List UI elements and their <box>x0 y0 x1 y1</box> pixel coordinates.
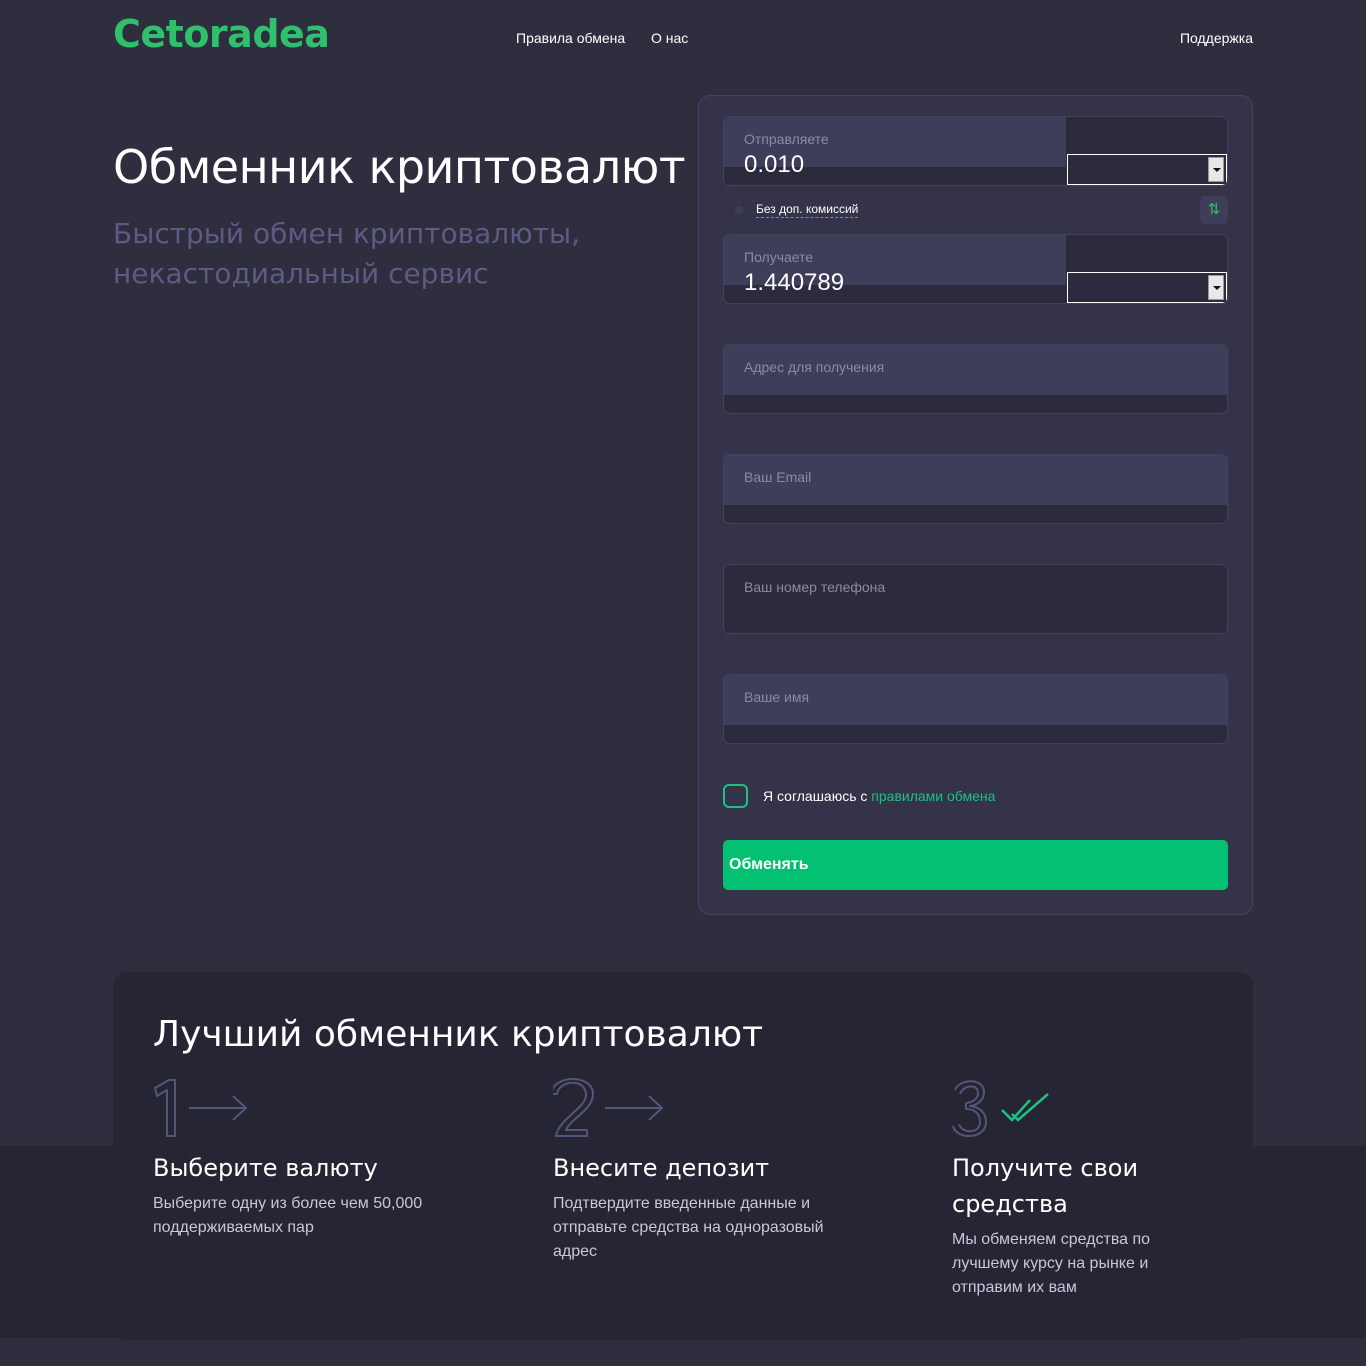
phone-field[interactable]: Ваш номер телефона <box>723 564 1228 634</box>
nav-link-support[interactable]: Поддержка <box>1180 30 1253 46</box>
name-placeholder: Ваше имя <box>744 689 810 705</box>
exchange-button[interactable]: Обменять <box>723 840 1228 890</box>
email-placeholder: Ваш Email <box>744 469 812 485</box>
section-title: Лучший обменник криптовалют <box>153 1014 764 1055</box>
no-commission-label[interactable]: Без доп. комиссий <box>756 202 859 218</box>
agree-checkbox[interactable] <box>723 784 748 808</box>
step-number-3-double-check-icon <box>952 1080 1049 1137</box>
address-placeholder: Адрес для получения <box>744 359 885 375</box>
step-1: Выберите валюту Выберите одну из более ч… <box>153 1078 453 1240</box>
nav-link-about[interactable]: О нас <box>651 30 688 46</box>
receive-amount-input[interactable]: 1.440789 <box>744 269 844 297</box>
step-1-description: Выберите одну из более чем 50,000 поддер… <box>153 1195 423 1236</box>
receive-amount-label: Получаете <box>744 249 814 265</box>
nav-link-exchange-rules[interactable]: Правила обмена <box>516 30 625 46</box>
step-2-description: Подтвердите введенные данные и отправьте… <box>553 1195 824 1260</box>
swap-arrows-icon[interactable]: ⇅ <box>1200 196 1228 224</box>
send-amount-label: Отправляете <box>744 131 829 147</box>
page-bottom-strip <box>0 1338 1366 1366</box>
step-3-title: Получите свои средства <box>952 1154 1139 1218</box>
exchange-form: Отправляете 0.010 Без доп. комиссий ⇅ По… <box>698 95 1253 915</box>
step-number-1-arrow-icon <box>154 1079 248 1137</box>
hero-subtitle: Быстрый обмен криптовалюты, некастодиаль… <box>113 217 581 290</box>
receive-currency-select[interactable] <box>1067 272 1227 303</box>
phone-placeholder: Ваш номер телефона <box>744 579 886 595</box>
how-it-works-section: Лучший обменник криптовалют Выберите вал… <box>113 972 1253 1340</box>
chevron-down-icon[interactable] <box>1208 157 1224 182</box>
receive-amount-field[interactable]: Получаете 1.440789 <box>723 234 1228 304</box>
step-3-description: Мы обменяем средства по лучшему курсу на… <box>952 1231 1151 1296</box>
exchange-rules-link[interactable]: правилами обмена <box>871 788 995 804</box>
logo[interactable]: Cetoradea <box>113 12 330 56</box>
step-3: Получите свои средства Мы обменяем средс… <box>952 1078 1192 1300</box>
agree-text: Я соглашаюсь с <box>763 788 872 804</box>
send-amount-field[interactable]: Отправляете 0.010 <box>723 116 1228 186</box>
step-number-2-arrow-icon <box>553 1078 664 1137</box>
address-field[interactable]: Адрес для получения <box>723 344 1228 414</box>
send-amount-input[interactable]: 0.010 <box>744 151 804 179</box>
hero-title: Обменник криптовалют <box>113 140 686 194</box>
commission-row: Без доп. комиссий ⇅ <box>723 196 1228 224</box>
step-2-title: Внесите депозит <box>553 1154 770 1182</box>
step-1-title: Выберите валюту <box>153 1154 378 1182</box>
name-field[interactable]: Ваше имя <box>723 674 1228 744</box>
chevron-down-icon[interactable] <box>1208 275 1224 300</box>
send-currency-select[interactable] <box>1067 154 1227 185</box>
info-dot-icon <box>735 206 743 214</box>
step-2: Внесите депозит Подтвердите введенные да… <box>553 1078 853 1264</box>
email-field[interactable]: Ваш Email <box>723 454 1228 524</box>
